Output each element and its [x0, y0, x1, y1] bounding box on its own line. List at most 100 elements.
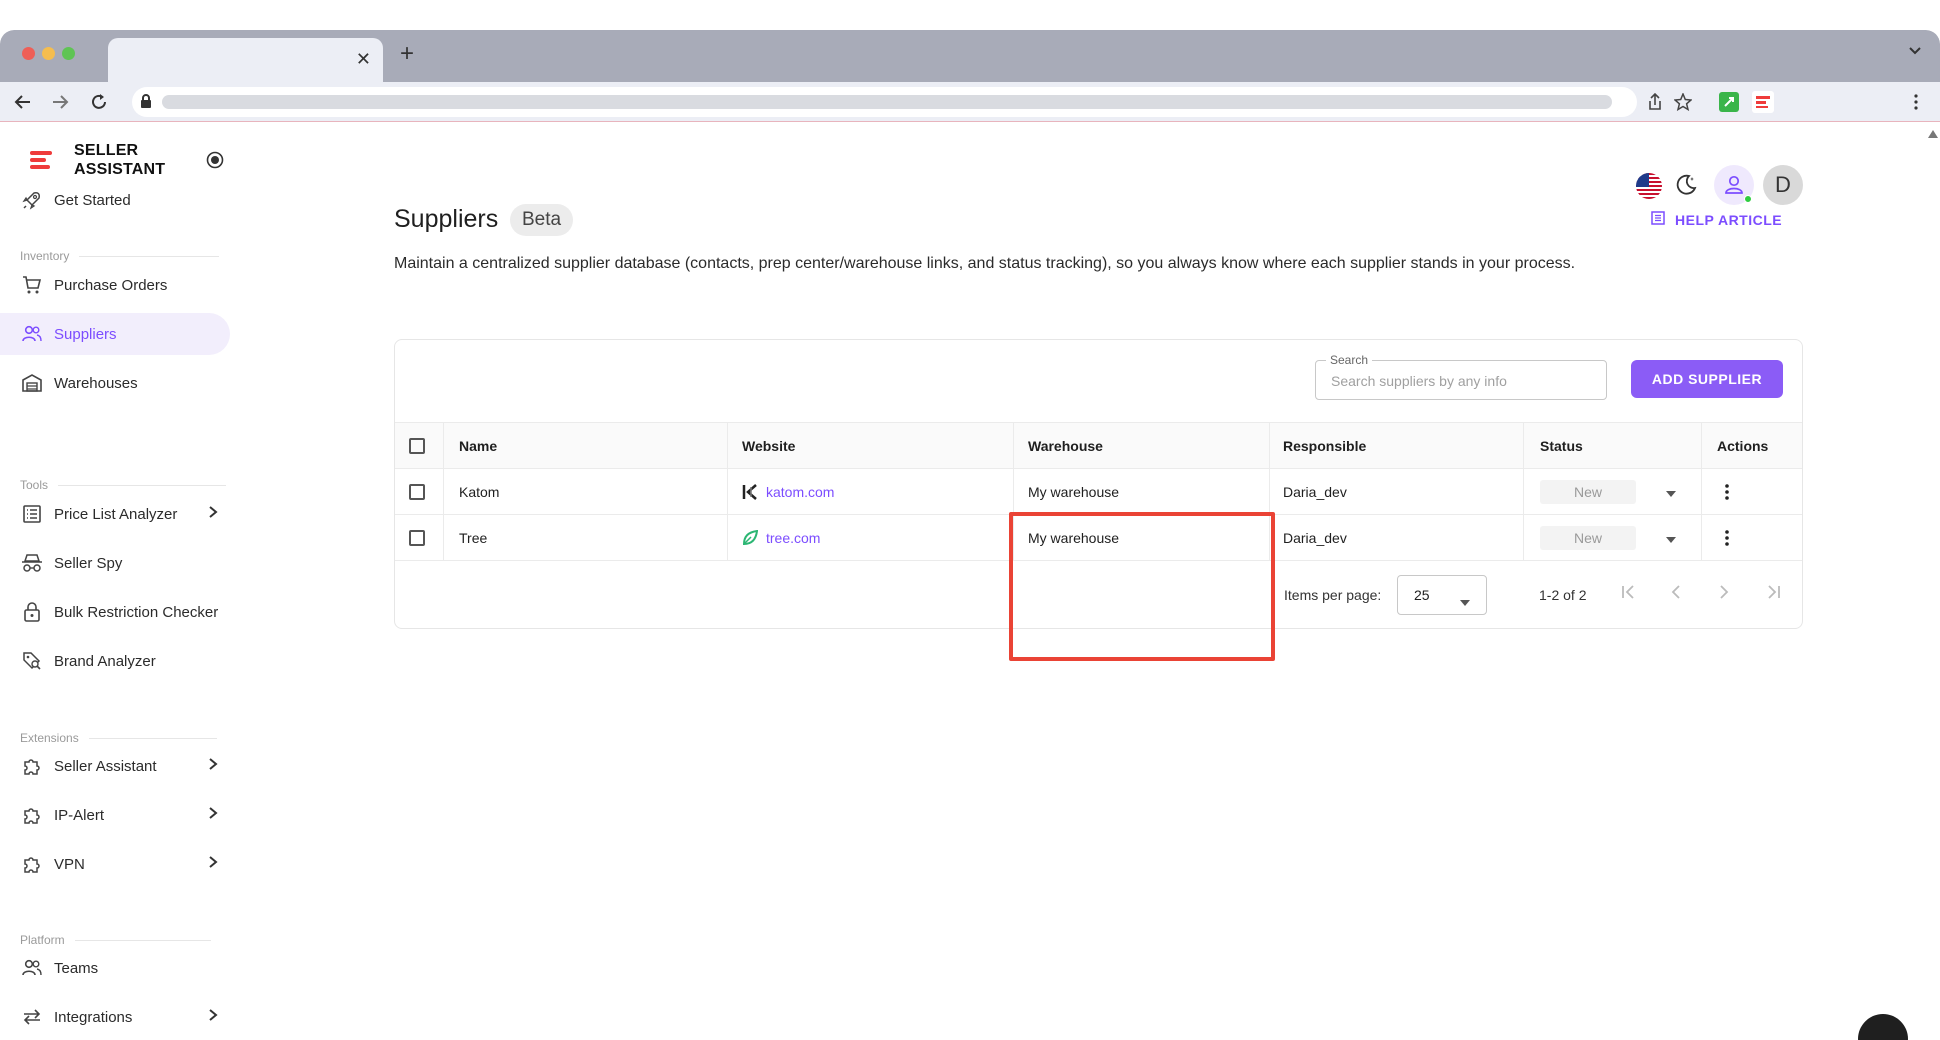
sidebar-item-seller-assistant[interactable]: Seller Assistant	[0, 745, 230, 787]
status-select[interactable]: New	[1540, 469, 1676, 515]
supplier-name: Katom	[459, 484, 500, 500]
brand-name-line2: ASSISTANT	[74, 161, 166, 178]
column-header-responsible[interactable]: Responsible	[1283, 423, 1366, 469]
scroll-up-arrow-icon[interactable]	[1928, 125, 1938, 143]
chevron-right-icon	[208, 855, 218, 873]
extension-green-icon[interactable]	[1719, 92, 1739, 112]
share-icon[interactable]	[1644, 91, 1666, 113]
sidebar-item-label: Brand Analyzer	[54, 652, 156, 670]
dark-mode-moon-icon[interactable]	[1674, 173, 1698, 202]
sidebar-item-label: Get Started	[54, 191, 131, 209]
browser-window: ✕ + SELLER ASSISTANT Get Started Invento…	[0, 30, 1940, 1040]
sidebar-item-label: Integrations	[54, 1008, 133, 1026]
next-page-icon[interactable]	[1719, 585, 1729, 604]
row-actions-menu-icon[interactable]	[1725, 515, 1729, 561]
us-flag-icon[interactable]	[1636, 173, 1662, 199]
responsible-cell: Daria_dev	[1283, 484, 1347, 500]
column-divider	[443, 422, 444, 560]
select-all-checkbox[interactable]	[409, 438, 425, 454]
row-actions-menu-icon[interactable]	[1725, 469, 1729, 515]
section-label-extensions: Extensions	[20, 731, 217, 745]
sidebar-item-integrations[interactable]: Integrations	[0, 996, 230, 1038]
row-checkbox[interactable]	[409, 530, 425, 546]
sidebar-item-label: Warehouses	[54, 374, 138, 392]
website-link[interactable]: tree.com	[766, 530, 820, 546]
column-header-actions: Actions	[1717, 438, 1769, 454]
sidebar-toggle-icon[interactable]	[206, 151, 224, 174]
last-page-icon[interactable]	[1765, 585, 1781, 604]
online-status-dot	[1744, 195, 1752, 203]
sidebar-item-teams[interactable]: Teams	[0, 947, 230, 989]
sidebar-item-seller-spy[interactable]: Seller Spy	[0, 542, 230, 584]
puzzle-icon	[20, 803, 44, 827]
sidebar-item-vpn[interactable]: VPN	[0, 843, 230, 885]
section-label-text: Extensions	[20, 731, 79, 745]
sidebar-item-warehouses[interactable]: Warehouses	[0, 362, 230, 404]
column-header-status[interactable]: Status	[1540, 423, 1583, 469]
website-link[interactable]: katom.com	[766, 484, 834, 500]
column-divider	[1013, 422, 1014, 560]
maximize-window-button[interactable]	[62, 47, 75, 60]
new-tab-button[interactable]: +	[400, 40, 414, 68]
help-article-label: HELP ARTICLE	[1675, 211, 1783, 228]
minimize-window-button[interactable]	[42, 47, 55, 60]
avatar[interactable]: D	[1763, 165, 1803, 205]
tab-close-icon[interactable]: ✕	[356, 49, 371, 70]
article-icon	[1651, 211, 1665, 228]
search-input[interactable]: Search Search suppliers by any info	[1315, 353, 1607, 400]
close-window-button[interactable]	[22, 47, 35, 60]
column-header-website[interactable]: Website	[742, 423, 795, 469]
warehouse-icon	[20, 371, 44, 395]
browser-tab[interactable]: ✕	[108, 38, 383, 82]
add-supplier-button[interactable]: ADD SUPPLIER	[1631, 360, 1783, 398]
forward-arrow-icon[interactable]	[49, 91, 71, 113]
bookmark-star-icon[interactable]	[1672, 91, 1694, 113]
sidebar-item-brand-analyzer[interactable]: Brand Analyzer	[0, 640, 230, 682]
status-chip: New	[1540, 526, 1636, 550]
pagination-range: 1-2 of 2	[1539, 587, 1587, 603]
column-header-name[interactable]: Name	[459, 423, 497, 469]
search-placeholder: Search suppliers by any info	[1331, 373, 1507, 389]
table-row[interactable]: Katom katom.com My warehouse Daria_dev N…	[395, 468, 1802, 514]
page-title: Suppliers	[394, 205, 499, 233]
rocket-icon	[20, 188, 44, 212]
chevron-right-icon	[208, 505, 218, 523]
tab-list-chevron-icon[interactable]	[1908, 44, 1922, 63]
sidebar-item-suppliers[interactable]: Suppliers	[0, 313, 230, 355]
leaf-logo-icon	[742, 530, 758, 546]
dropdown-arrow-icon[interactable]	[1666, 484, 1676, 500]
section-label-text: Platform	[20, 933, 65, 947]
user-profile-button[interactable]	[1714, 165, 1754, 205]
spy-icon	[20, 551, 44, 575]
sidebar-item-label: VPN	[54, 855, 85, 873]
puzzle-icon	[20, 754, 44, 778]
first-page-icon[interactable]	[1621, 585, 1637, 604]
address-bar[interactable]	[132, 87, 1637, 117]
chevron-right-icon	[208, 806, 218, 824]
row-checkbox[interactable]	[409, 484, 425, 500]
sidebar-item-purchase-orders[interactable]: Purchase Orders	[0, 264, 230, 306]
sidebar-item-bulk-restriction-checker[interactable]: Bulk Restriction Checker	[0, 591, 230, 633]
brand[interactable]: SELLER ASSISTANT	[28, 141, 165, 179]
column-header-warehouse[interactable]: Warehouse	[1028, 423, 1103, 469]
select-all-cell	[409, 423, 425, 469]
back-arrow-icon[interactable]	[12, 91, 34, 113]
status-select[interactable]: New	[1540, 515, 1676, 561]
cart-icon	[20, 273, 44, 297]
browser-menu-icon[interactable]	[1905, 91, 1927, 113]
table-row[interactable]: Tree tree.com My warehouse Daria_dev New	[395, 514, 1802, 560]
extension-seller-assistant-icon[interactable]	[1752, 91, 1774, 113]
items-per-page-select[interactable]: 25	[1397, 575, 1487, 615]
sidebar-item-price-list-analyzer[interactable]: Price List Analyzer	[0, 493, 230, 535]
help-article-link[interactable]: HELP ARTICLE	[1651, 211, 1782, 228]
website-cell: katom.com	[742, 469, 834, 515]
sidebar-item-get-started[interactable]: Get Started	[0, 179, 230, 221]
reload-icon[interactable]	[88, 91, 110, 113]
table-bottom-border	[395, 560, 1802, 561]
supplier-name: Tree	[459, 530, 488, 546]
dropdown-arrow-icon[interactable]	[1666, 530, 1676, 546]
sidebar-item-ip-alert[interactable]: IP-Alert	[0, 794, 230, 836]
column-divider	[1701, 422, 1702, 560]
section-label-tools: Tools	[20, 478, 227, 492]
previous-page-icon[interactable]	[1671, 585, 1681, 604]
